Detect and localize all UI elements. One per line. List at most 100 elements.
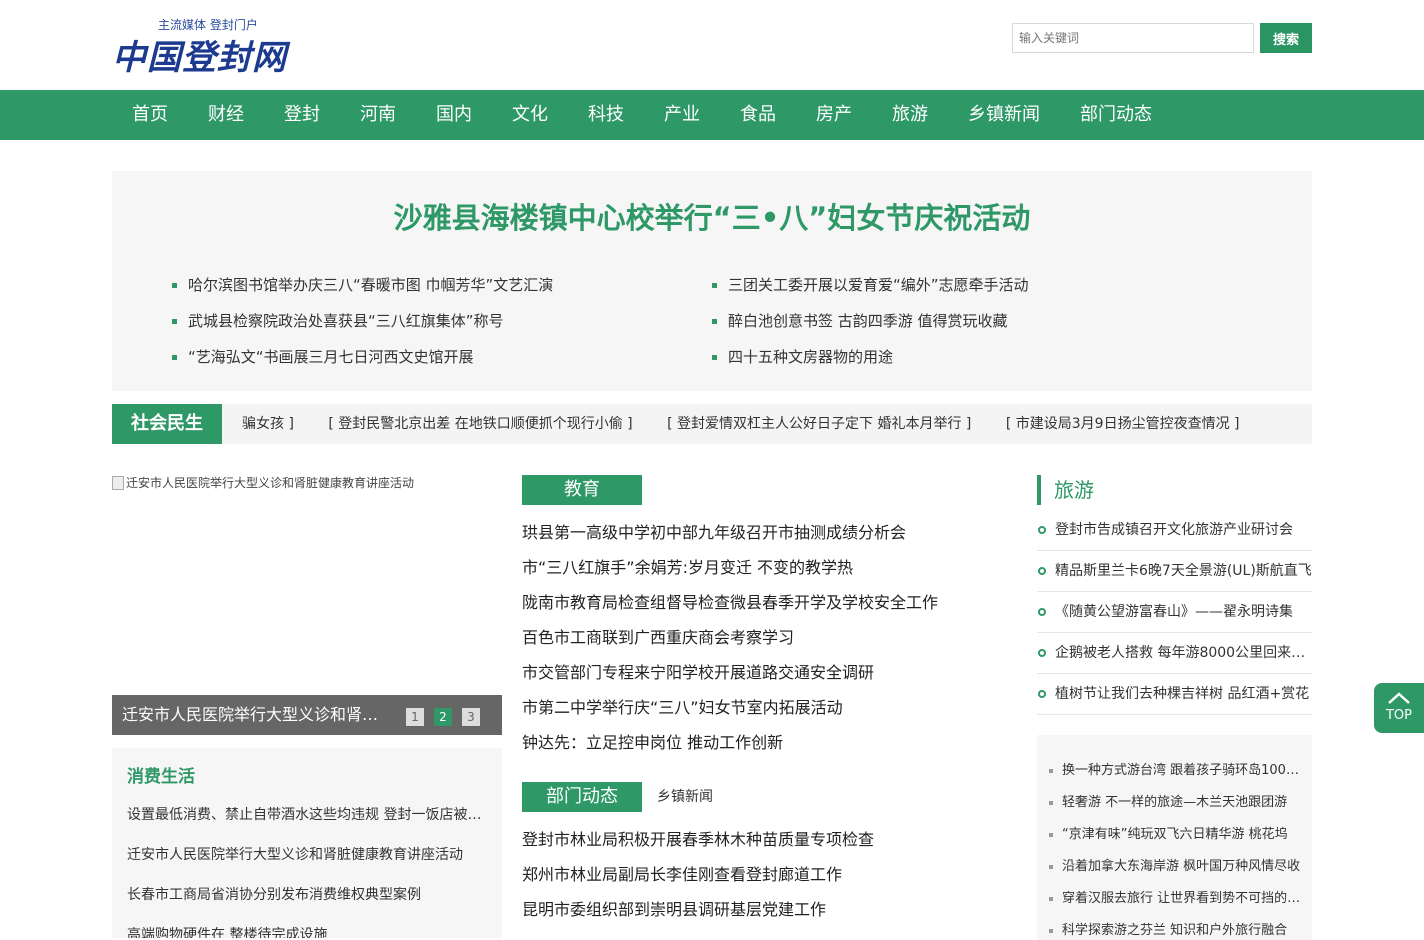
nav-realestate[interactable]: 房产 [796, 90, 872, 140]
list-item[interactable]: 昆明市委组织部到崇明县调研基层党建工作 [522, 899, 874, 934]
list-item[interactable]: 精品斯里兰卡6晚7天全景游(UL)斯航直飞 [1037, 551, 1312, 592]
site-logo[interactable]: 主流媒体 登封门户 中国登封网 [112, 16, 312, 78]
bullet-icon [712, 283, 717, 288]
back-to-top-label: TOP [1385, 708, 1412, 723]
circle-bullet-icon [1038, 690, 1046, 698]
list-item[interactable]: 醉白池创意书签 古韵四季游 值得赏玩收藏 [712, 307, 1029, 343]
headline-list-right: 三团关工委开展以爱育爱“编外”志愿牵手活动 醉白池创意书签 古韵四季游 值得赏玩… [712, 271, 1029, 379]
list-item[interactable]: 珙县第一高级中学初中部九年级召开市抽测成绩分析会 [522, 522, 938, 557]
nav-department-news[interactable]: 部门动态 [1060, 90, 1172, 140]
headline-title[interactable]: 沙雅县海楼镇中心校举行“三•八”妇女节庆祝活动 [112, 195, 1312, 237]
search-button[interactable]: 搜索 [1260, 23, 1312, 53]
nav-food[interactable]: 食品 [720, 90, 796, 140]
list-item[interactable]: 企鹅被老人搭救 每年游8000公里回来看他 [1037, 633, 1312, 674]
list-item[interactable]: 陇南市教育局检查组督导检查微县春季开学及学校安全工作 [522, 592, 938, 627]
bullet-icon [712, 355, 717, 360]
list-item[interactable]: 换一种方式游台湾 跟着孩子骑环岛1000公里 [1047, 755, 1307, 787]
chevron-up-icon [1388, 692, 1410, 704]
headline-section: 沙雅县海楼镇中心校举行“三•八”妇女节庆祝活动 哈尔滨图书馆举办庆三八“春暖市图… [112, 171, 1312, 391]
consumer-life-list: 设置最低消费、禁止自带酒水这些均违规 登封一饭店被约谈 迁安市人民医院举行大型义… [127, 800, 492, 938]
consumer-life-section: 消费生活 设置最低消费、禁止自带酒水这些均违规 登封一饭店被约谈 迁安市人民医院… [112, 748, 502, 938]
square-bullet-icon [1049, 833, 1053, 837]
image-slideshow[interactable]: 迁安市人民医院举行大型义诊和肾脏健康教育讲座活动 迁安市人民医院举行大型义诊和肾… [112, 474, 502, 735]
list-item[interactable]: 登封市告成镇召开文化旅游产业研讨会 [1037, 510, 1312, 551]
square-bullet-icon [1049, 801, 1053, 805]
tab-township-news[interactable]: 乡镇新闻 [657, 782, 713, 812]
nav-tech[interactable]: 科技 [568, 90, 644, 140]
slide-caption[interactable]: 迁安市人民医院举行大型义诊和肾脏健康教育讲座活动 [122, 695, 392, 735]
headline-list-left: 哈尔滨图书馆举办庆三八“春暖市图 巾帼芳华”文艺汇演 武城县检察院政治处喜获县“… [172, 271, 553, 379]
list-item[interactable]: 市第二中学举行庆“三八”妇女节室内拓展活动 [522, 697, 938, 732]
slide-page-3[interactable]: 3 [462, 708, 480, 726]
bullet-icon [712, 319, 717, 324]
nav-dengfeng[interactable]: 登封 [264, 90, 340, 140]
bullet-icon [172, 355, 177, 360]
list-item[interactable]: 穿着汉服去旅行 让世界看到势不可挡的中国风 [1047, 883, 1307, 915]
list-item[interactable]: 市“三八红旗手”余娟芳:岁月变迁 不变的教学热 [522, 557, 938, 592]
square-bullet-icon [1049, 769, 1053, 773]
ticker-item[interactable]: [ 市建设局3月9日扬尘管控夜查情况 ] [1006, 416, 1240, 432]
list-item[interactable]: 长春市工商局省消协分别发布消费维权典型案例 [127, 880, 492, 920]
list-item[interactable]: 三团关工委开展以爱育爱“编外”志愿牵手活动 [712, 271, 1029, 307]
nav-township-news[interactable]: 乡镇新闻 [948, 90, 1060, 140]
nav-home[interactable]: 首页 [112, 90, 188, 140]
circle-bullet-icon [1038, 526, 1046, 534]
news-ticker: 社会民生 骗女孩 ] [ 登封民警北京出差 在地铁口顺便抓个现行小偷 ] [ 登… [112, 404, 1312, 444]
list-item[interactable]: 迁安市人民医院举行大型义诊和肾脏健康教育讲座活动 [127, 840, 492, 880]
square-bullet-icon [1049, 897, 1053, 901]
list-item[interactable]: 市交管部门专程来宁阳学校开展道路交通安全调研 [522, 662, 938, 697]
travel-section-title[interactable]: 旅游 [1037, 475, 1094, 505]
travel-more-list: 换一种方式游台湾 跟着孩子骑环岛1000公里 轻奢游 不一样的旅途—木兰天池跟团… [1047, 755, 1307, 940]
list-item[interactable]: “京津有味”纯玩双飞六日精华游 桃花坞 [1047, 819, 1307, 851]
circle-bullet-icon [1038, 608, 1046, 616]
logo-title: 中国登封网 [112, 38, 287, 78]
bullet-icon [172, 319, 177, 324]
slide-image[interactable]: 迁安市人民医院举行大型义诊和肾脏健康教育讲座活动 [112, 474, 414, 491]
list-item[interactable]: 武城县检察院政治处喜获县“三八红旗集体”称号 [172, 307, 553, 343]
ticker-item[interactable]: [ 登封民警北京出差 在地铁口顺便抓个现行小偷 ] [328, 416, 632, 432]
slide-image-alt: 迁安市人民医院举行大型义诊和肾脏健康教育讲座活动 [126, 476, 415, 490]
section-title[interactable]: 消费生活 [127, 762, 195, 787]
travel-list: 登封市告成镇召开文化旅游产业研讨会 精品斯里兰卡6晚7天全景游(UL)斯航直飞 … [1037, 510, 1312, 715]
nav-culture[interactable]: 文化 [492, 90, 568, 140]
nav-travel[interactable]: 旅游 [872, 90, 948, 140]
list-item[interactable]: 郑州市林业局副局长李佳刚查看登封廊道工作 [522, 864, 874, 899]
nav-domestic[interactable]: 国内 [416, 90, 492, 140]
circle-bullet-icon [1038, 567, 1046, 575]
bullet-icon [172, 283, 177, 288]
list-item[interactable]: 四十五种文房器物的用途 [712, 343, 1029, 379]
list-item[interactable]: 沿着加拿大东海岸游 枫叶国万种风情尽收 [1047, 851, 1307, 883]
list-item[interactable]: 科学探索游之芬兰 知识和户外旅行融合 [1047, 915, 1307, 940]
list-item[interactable]: 植树节让我们去种棵吉祥树 品红酒+赏花 [1037, 674, 1312, 715]
ticker-label: 社会民生 [112, 404, 222, 444]
nav-henan[interactable]: 河南 [340, 90, 416, 140]
search-input[interactable] [1012, 23, 1254, 53]
tab-education[interactable]: 教育 [522, 475, 642, 505]
list-item[interactable]: 哈尔滨图书馆举办庆三八“春暖市图 巾帼芳华”文艺汇演 [172, 271, 553, 307]
square-bullet-icon [1049, 865, 1053, 869]
ticker-item[interactable]: [ 登封爱情双杠主人公好日子定下 婚礼本月举行 ] [667, 416, 971, 432]
list-item[interactable]: 设置最低消费、禁止自带酒水这些均违规 登封一饭店被约谈 [127, 800, 492, 840]
list-item[interactable]: 高端购物硬件在 整楼待完成设施 [127, 920, 492, 938]
department-news-list: 登封市林业局积极开展春季林木种苗质量专项检查 郑州市林业局副局长李佳刚查看登封廊… [522, 829, 874, 934]
slide-caption-bar: 迁安市人民医院举行大型义诊和肾脏健康教育讲座活动 1 2 3 [112, 695, 502, 735]
back-to-top-button[interactable]: TOP [1374, 683, 1424, 733]
list-item[interactable]: 钟达先：立足控申岗位 推动工作创新 [522, 732, 938, 767]
list-item[interactable]: “艺海弘文“书画展三月七日河西文史馆开展 [172, 343, 553, 379]
nav-finance[interactable]: 财经 [188, 90, 264, 140]
ticker-item[interactable]: 骗女孩 ] [242, 416, 294, 432]
nav-industry[interactable]: 产业 [644, 90, 720, 140]
broken-image-icon [112, 475, 124, 490]
list-item[interactable]: 登封市林业局积极开展春季林木种苗质量专项检查 [522, 829, 874, 864]
square-bullet-icon [1049, 929, 1053, 933]
list-item[interactable]: 《随黄公望游富春山》——翟永明诗集 [1037, 592, 1312, 633]
list-item[interactable]: 百色市工商联到广西重庆商会考察学习 [522, 627, 938, 662]
education-list: 珙县第一高级中学初中部九年级召开市抽测成绩分析会 市“三八红旗手”余娟芳:岁月变… [522, 522, 938, 767]
slide-page-2[interactable]: 2 [434, 708, 452, 726]
slide-pager: 1 2 3 [406, 708, 480, 726]
tab-department-news[interactable]: 部门动态 [522, 782, 642, 812]
list-item[interactable]: 轻奢游 不一样的旅途—木兰天池跟团游 [1047, 787, 1307, 819]
slide-page-1[interactable]: 1 [406, 708, 424, 726]
travel-more-box: 换一种方式游台湾 跟着孩子骑环岛1000公里 轻奢游 不一样的旅途—木兰天池跟团… [1037, 735, 1312, 940]
circle-bullet-icon [1038, 649, 1046, 657]
